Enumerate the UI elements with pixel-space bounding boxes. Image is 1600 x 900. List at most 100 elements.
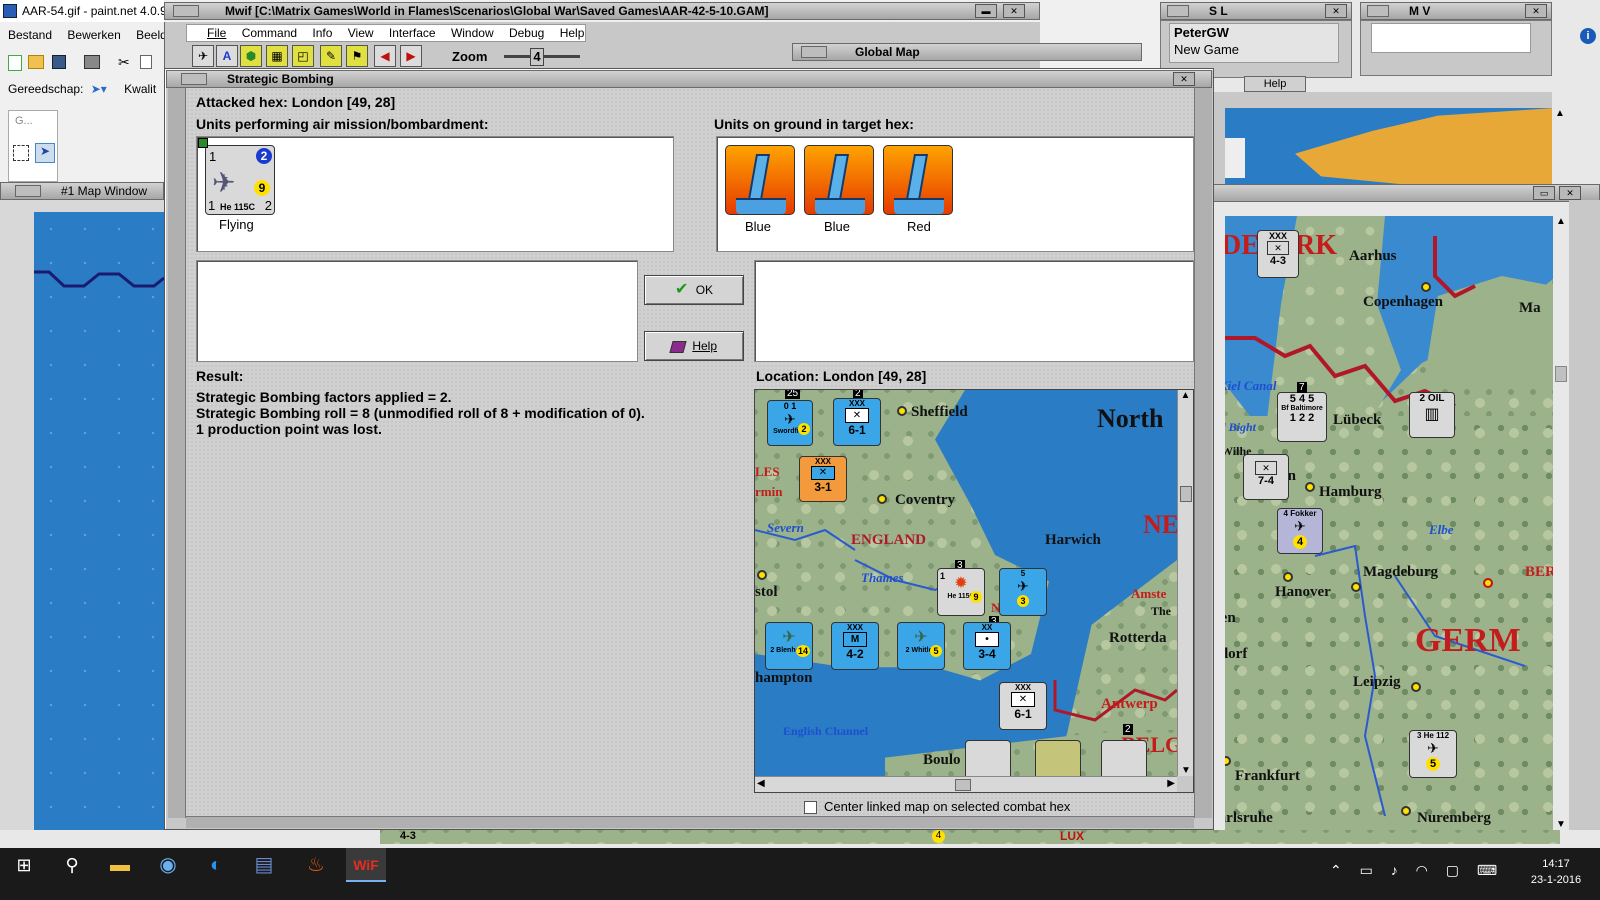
window-grip-icon[interactable] xyxy=(15,185,41,197)
window-grip-icon[interactable] xyxy=(181,73,207,85)
dialog-titlebar[interactable]: Strategic Bombing ✕ xyxy=(166,70,1212,88)
mini-counter-blenheim[interactable]: ✈ 14 2 Blenheim xyxy=(765,622,813,670)
start-windows-icon[interactable]: ⊞ xyxy=(4,848,44,882)
open-folder-icon[interactable] xyxy=(28,55,44,69)
scroll-thumb[interactable] xyxy=(955,779,971,791)
menu-help[interactable]: Help xyxy=(560,26,585,40)
mini-map[interactable]: Sheffield North er Coventry ENGLAND Harw… xyxy=(755,390,1177,776)
counter-right-1[interactable]: XXX ✕ 4-3 xyxy=(1257,230,1299,278)
mini-map-hscroll[interactable]: ◀ ▶ xyxy=(755,776,1177,792)
menu-interface[interactable]: Interface xyxy=(389,26,436,40)
arrow-right-icon[interactable]: ▶ xyxy=(400,45,422,67)
mini-counter-corps-3[interactable]: XXX M 4-2 xyxy=(831,622,879,670)
menu-debug[interactable]: Debug xyxy=(509,26,544,40)
volume-icon[interactable]: ♪ xyxy=(1391,862,1398,878)
scroll-thumb[interactable] xyxy=(1180,486,1192,502)
game-flame-icon[interactable]: ♨ xyxy=(296,848,336,882)
counter-right-5[interactable]: 4 Fokker ✈ 4 xyxy=(1277,508,1323,554)
scroll-thumb[interactable] xyxy=(1555,366,1567,382)
network-globe-icon[interactable]: ◉ xyxy=(148,848,188,882)
hex-green-icon[interactable]: ⬢ xyxy=(240,45,262,67)
menu-command[interactable]: Command xyxy=(242,26,297,40)
menu-view[interactable]: View xyxy=(348,26,374,40)
menu-bestand[interactable]: Bestand xyxy=(8,28,52,42)
pointer-icon[interactable]: ➤▾ xyxy=(91,82,107,96)
close-icon[interactable]: ✕ xyxy=(1525,4,1547,18)
window-grip-icon[interactable] xyxy=(1367,5,1389,17)
search-icon[interactable]: ⚲ xyxy=(52,848,92,882)
menu-info[interactable]: Info xyxy=(312,26,332,40)
mwif-task-icon[interactable]: WiF xyxy=(346,848,386,882)
menu-file[interactable]: File xyxy=(207,26,226,40)
mini-counter-corps-2[interactable]: XXX ✕ 3-1 xyxy=(799,456,847,502)
zoom-box-icon[interactable]: ◰ xyxy=(292,45,314,67)
mini-counter-partial-3[interactable] xyxy=(1101,740,1147,776)
scroll-right-icon[interactable]: ▶ xyxy=(1167,778,1175,789)
file-explorer-icon[interactable]: ▬ xyxy=(100,848,140,882)
close-icon[interactable]: ✕ xyxy=(1325,4,1347,18)
cut-icon[interactable]: ✂ xyxy=(118,54,130,71)
mini-counter-partial-2[interactable] xyxy=(1035,740,1081,776)
counter-right-3[interactable]: 2 OIL ▥ xyxy=(1409,392,1455,438)
air-unit-he115c[interactable]: 1 2 ✈ 9 1 He 115C 2 xyxy=(198,138,275,215)
mini-counter-spitfire[interactable]: 5 ✈ 3 xyxy=(999,568,1047,616)
ground-unit-2[interactable] xyxy=(804,145,874,215)
counter-right-2[interactable]: 5 4 5 Bf Baltimore 1 2 2 xyxy=(1277,392,1327,442)
ground-unit-3[interactable] xyxy=(883,145,953,215)
mini-counter-whitley[interactable]: ✈ 5 2 Whitley xyxy=(897,622,945,670)
mini-counter-corps-1[interactable]: XXX ✕ 6-1 xyxy=(833,398,881,446)
zoom-value[interactable]: 4 xyxy=(530,48,544,66)
ok-button[interactable]: ✔ OK xyxy=(644,275,744,305)
battery-icon[interactable]: ▭ xyxy=(1360,862,1373,878)
pencil-icon[interactable]: ✎ xyxy=(320,45,342,67)
plane-icon[interactable]: ✈ xyxy=(192,45,214,67)
copy-icon[interactable] xyxy=(140,55,152,69)
help-button[interactable]: Help xyxy=(644,331,744,361)
keyboard-icon[interactable]: ⌨ xyxy=(1477,862,1497,878)
grid-icon[interactable]: ▦ xyxy=(266,45,288,67)
right-map[interactable]: DEN RK Aarhus Copenhagen Ma Kiel Canal L… xyxy=(1225,216,1553,830)
window-grip-icon[interactable] xyxy=(1167,5,1189,17)
save-icon[interactable] xyxy=(52,55,66,69)
mini-counter-corps-4[interactable]: XXX ✕ 6-1 xyxy=(999,682,1047,730)
global-map-titlebar[interactable]: Global Map xyxy=(792,43,1142,61)
wifi-icon[interactable]: ◠ xyxy=(1416,862,1428,878)
mwif-titlebar[interactable]: Mwif [C:\Matrix Games\World in Flames\Sc… xyxy=(164,2,1040,20)
close-icon[interactable]: ✕ xyxy=(1173,72,1195,86)
counter-right-4[interactable]: ✕ 7-4 xyxy=(1243,454,1289,500)
new-file-icon[interactable] xyxy=(8,55,22,71)
counter-right-6[interactable]: 3 He 112 ✈ 5 xyxy=(1409,730,1457,778)
sl-titlebar[interactable]: S L ✕ xyxy=(1160,2,1352,20)
tray-chevron-icon[interactable]: ⌃ xyxy=(1330,862,1342,878)
menu-bewerken[interactable]: Bewerken xyxy=(67,28,120,42)
window-grip-icon[interactable] xyxy=(173,5,199,17)
window-grip-icon[interactable] xyxy=(801,46,827,58)
mv-titlebar[interactable]: M V ✕ xyxy=(1360,2,1552,20)
clock[interactable]: 14:17 23-1-2016 xyxy=(1516,856,1596,892)
scroll-down-icon[interactable]: ▼ xyxy=(1553,819,1569,830)
print-icon[interactable] xyxy=(84,55,100,69)
minimize-icon[interactable]: ▬ xyxy=(975,4,997,18)
scroll-up-icon[interactable]: ▲ xyxy=(1178,390,1193,401)
help-small-button[interactable]: Help xyxy=(1244,76,1306,92)
notifications-icon[interactable]: ▢ xyxy=(1446,862,1459,878)
right-map-vscroll[interactable]: ▲ ▼ xyxy=(1553,216,1569,830)
font-a-icon[interactable]: A xyxy=(216,45,238,67)
ground-unit-1[interactable] xyxy=(725,145,795,215)
browser-icon[interactable]: ◐ xyxy=(196,848,236,882)
mini-counter-he115c[interactable]: 1 ✹ 9 He 115C xyxy=(937,568,985,616)
mini-counter-partial-1[interactable] xyxy=(965,740,1011,776)
select-tool-icon[interactable] xyxy=(13,145,29,161)
close-icon[interactable]: ✕ xyxy=(1003,4,1025,18)
menu-window[interactable]: Window xyxy=(451,26,494,40)
info-icon[interactable]: i xyxy=(1580,28,1596,44)
scroll-up-icon[interactable]: ▲ xyxy=(1553,216,1569,227)
scroll-left-icon[interactable]: ◀ xyxy=(757,778,765,789)
menu-beeld[interactable]: Beeld xyxy=(136,28,164,42)
right-map-titlebar[interactable]: ▭ ✕ xyxy=(1212,184,1600,202)
arrow-left-icon[interactable]: ◀ xyxy=(374,45,396,67)
move-tool-icon[interactable]: ➤ xyxy=(35,143,55,163)
scroll-down-icon[interactable]: ▼ xyxy=(1178,765,1194,776)
close-icon[interactable]: ✕ xyxy=(1559,186,1581,200)
mini-counter-swordfish[interactable]: 0 1 ✈ 2 Swordfish xyxy=(767,400,813,446)
